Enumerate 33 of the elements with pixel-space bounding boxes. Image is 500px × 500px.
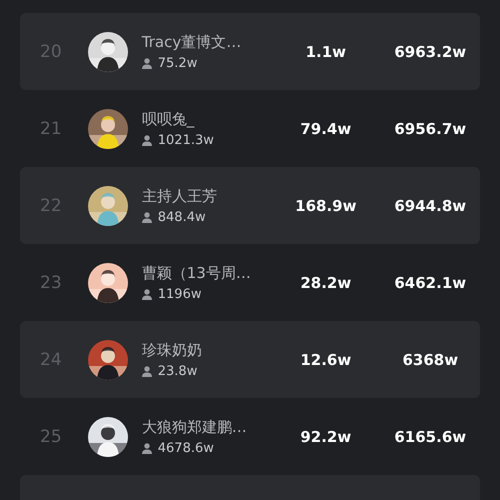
person-icon bbox=[142, 58, 152, 68]
table-cell-text: 6956.7w bbox=[393, 120, 468, 138]
person-icon bbox=[142, 212, 152, 222]
person-icon bbox=[142, 366, 152, 376]
follower-count: 1021.3w bbox=[158, 132, 214, 148]
table-cell-text: 1.1w bbox=[304, 42, 348, 60]
table-cell-text: 28.2w bbox=[299, 274, 352, 292]
table-cell-text: 6165.6w bbox=[393, 428, 468, 446]
account-name: 珍珠奶奶 bbox=[142, 340, 203, 360]
table-cell-text: 6963.2w bbox=[393, 42, 468, 60]
account-name: 大狼狗郑建鹏… bbox=[142, 418, 248, 436]
table-cell-text: 6944.8w bbox=[393, 196, 468, 214]
follower-count: 75.2w bbox=[158, 56, 198, 70]
table-cell-text: 12.6w bbox=[299, 350, 352, 368]
table-cell-text: 168.9w bbox=[294, 196, 358, 214]
rank-number: 25 bbox=[40, 426, 63, 446]
account-name: 主持人王芳 bbox=[142, 186, 218, 206]
follower-count: 23.8w bbox=[158, 364, 198, 378]
table-cell-text: 92.2w bbox=[299, 428, 352, 446]
rank-number: 23 bbox=[40, 272, 63, 292]
person-icon bbox=[142, 134, 152, 146]
follower-count: 4678.6w bbox=[158, 440, 214, 456]
person-icon bbox=[142, 288, 152, 300]
account-name: 曹颖（13号周… bbox=[142, 264, 252, 282]
follower-count: 848.4w bbox=[158, 210, 206, 224]
account-name: 呗呗兔_ bbox=[142, 110, 196, 128]
person-icon bbox=[142, 442, 152, 454]
rank-number: 21 bbox=[40, 118, 63, 138]
account-name: Tracy董博文… bbox=[142, 32, 242, 52]
table-cell-text: 6368w bbox=[401, 350, 460, 368]
table-cell-text: 6462.1w bbox=[393, 274, 468, 292]
table-cell-text: 79.4w bbox=[299, 120, 352, 138]
follower-count: 1196w bbox=[158, 286, 202, 302]
